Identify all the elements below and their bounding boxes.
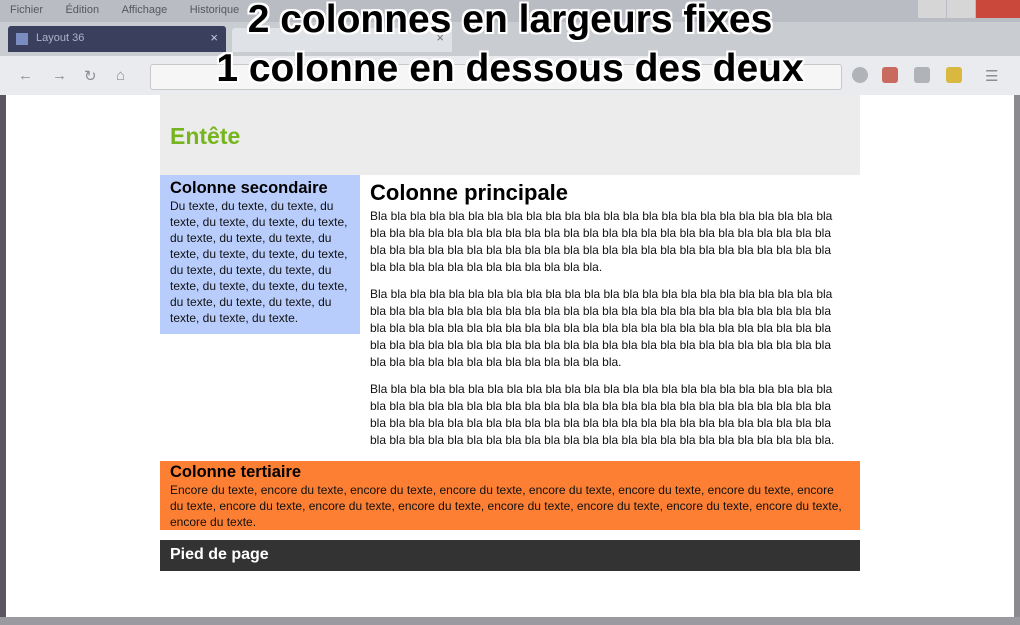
secondary-column: Colonne secondaire Du texte, du texte, d…	[160, 175, 360, 334]
header-title: Entête	[170, 123, 241, 149]
tertiary-text: Encore du texte, encore du texte, encore…	[170, 483, 842, 529]
tertiary-column: Colonne tertiaire Encore du texte, encor…	[160, 461, 860, 530]
tertiary-title: Colonne tertiaire	[170, 463, 302, 481]
main-column: Colonne principale Bla bla bla bla bla b…	[360, 175, 860, 459]
two-columns: Colonne secondaire Du texte, du texte, d…	[160, 175, 860, 461]
main-title: Colonne principale	[370, 180, 569, 205]
desktop-edge-right	[1014, 95, 1020, 625]
page-header: Entête	[160, 95, 860, 175]
main-paragraph-1: Bla bla bla bla bla bla bla bla bla bla …	[370, 209, 833, 274]
main-paragraph-2: Bla bla bla bla bla bla bla bla bla bla …	[370, 287, 833, 369]
desktop-edge-bottom	[0, 617, 1020, 625]
page-footer: Pied de page	[160, 540, 860, 571]
main-paragraph-3: Bla bla bla bla bla bla bla bla bla bla …	[370, 382, 835, 447]
secondary-title: Colonne secondaire	[170, 179, 328, 197]
overlay-title-line-1: 2 colonnes en largeurs fixes	[247, 0, 773, 41]
overlay-title-line-2: 1 colonne en dessous des deux	[216, 47, 804, 90]
footer-label: Pied de page	[170, 546, 269, 563]
secondary-text: Du texte, du texte, du texte, du texte, …	[170, 199, 348, 325]
page-layout: Entête Colonne secondaire Du texte, du t…	[160, 95, 860, 571]
